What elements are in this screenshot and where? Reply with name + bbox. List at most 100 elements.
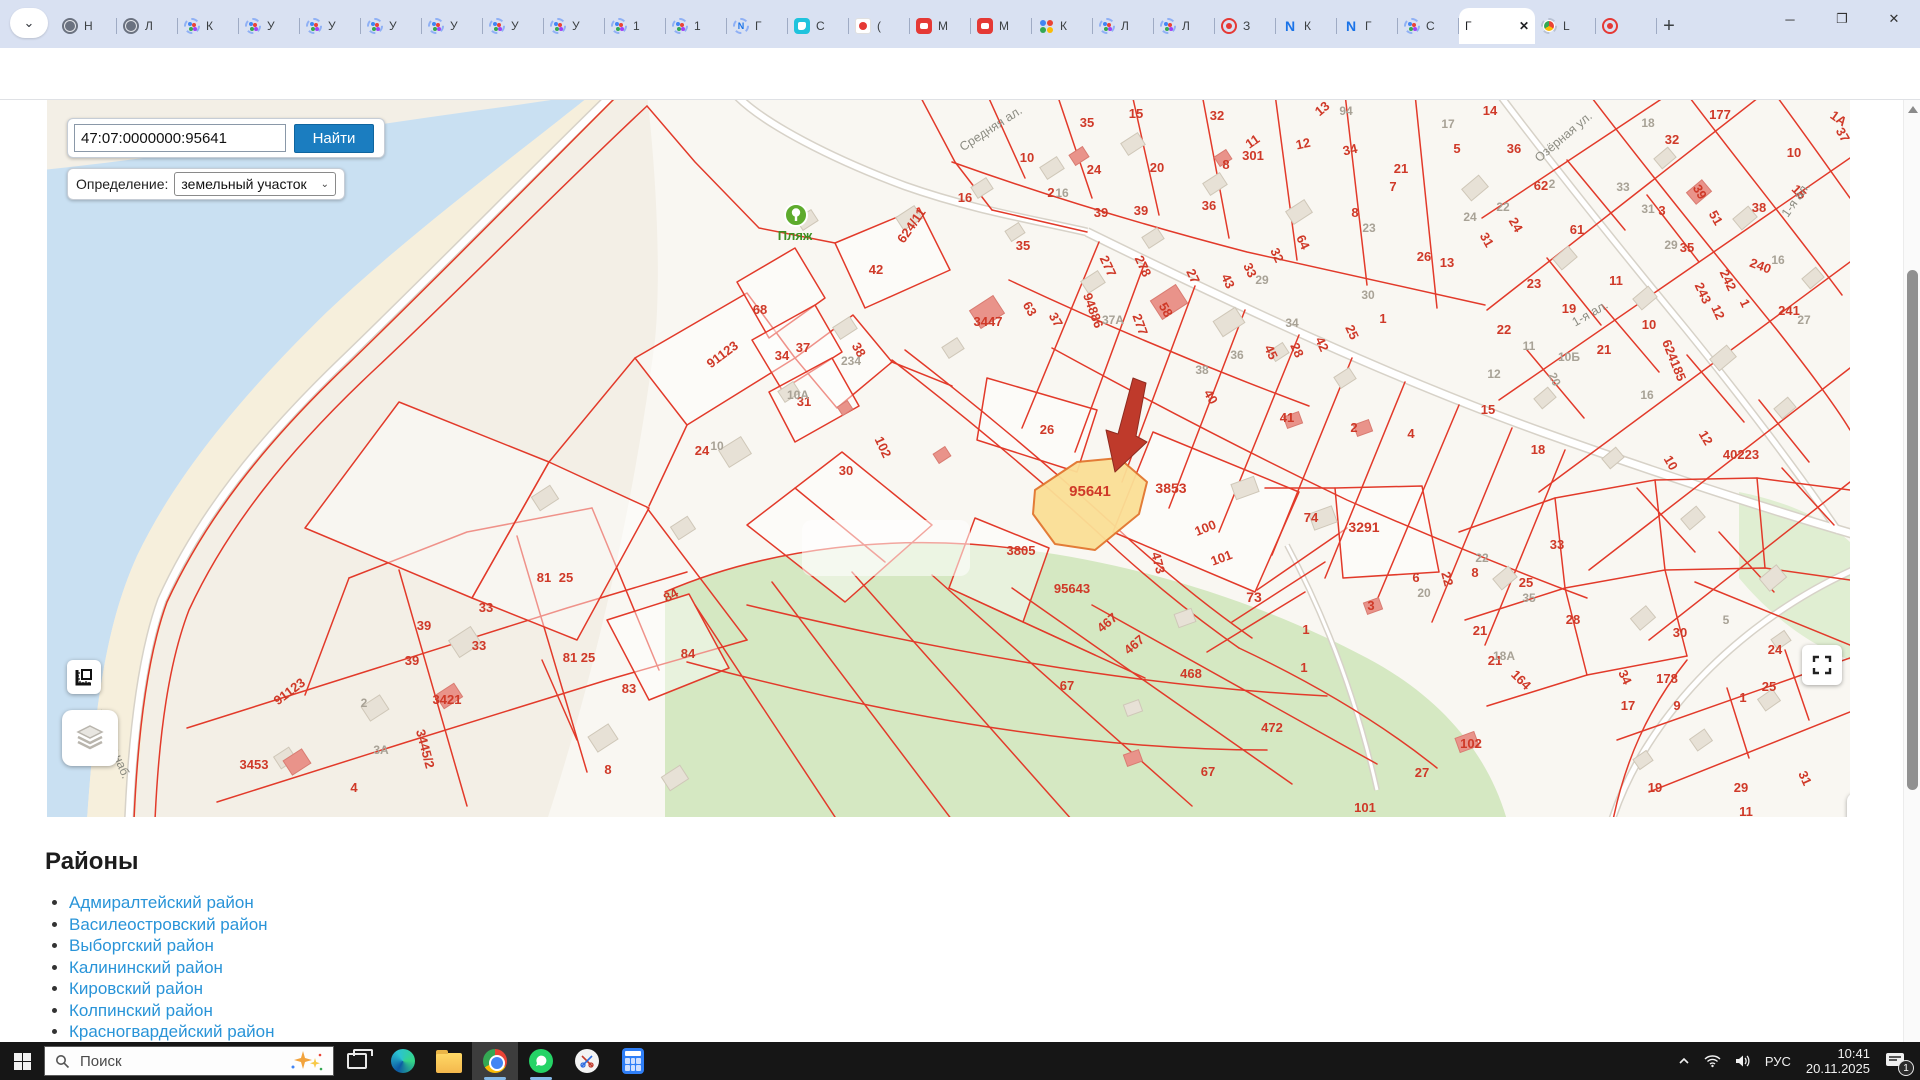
cadastral-number-input[interactable] [74,124,286,152]
district-link[interactable]: Кировский район [69,979,203,998]
svg-text:25: 25 [581,650,595,665]
zoom-in-button[interactable]: + [1847,793,1850,817]
language-indicator[interactable]: РУС [1758,1042,1798,1080]
svg-text:81: 81 [563,650,577,665]
browser-tab[interactable]: М [910,9,971,43]
browser-tab[interactable]: Л [1154,9,1215,43]
browser-tab[interactable]: У [300,9,361,43]
clock[interactable]: 10:41 20.11.2025 [1798,1046,1878,1076]
svg-text:24: 24 [1768,642,1783,657]
whitered-favicon-icon [855,18,871,34]
measure-ruler-button[interactable] [67,660,101,694]
browser-tab[interactable]: Г [727,9,788,43]
svg-text:21: 21 [1394,161,1408,176]
browser-tab[interactable]: С [1398,9,1459,43]
redcircle-favicon-icon [1221,18,1237,34]
svg-text:8: 8 [1471,565,1478,580]
browser-tab[interactable]: У [483,9,544,43]
svg-text:8: 8 [604,762,611,777]
svg-text:42: 42 [869,262,883,277]
browser-tab[interactable]: З [1215,9,1276,43]
svg-text:81: 81 [537,570,551,585]
cluster-favicon-icon [1099,18,1115,34]
windows-logo-icon [14,1053,31,1070]
browser-tab[interactable]: Н [56,9,117,43]
file-explorer-app[interactable] [426,1042,472,1080]
minimize-button[interactable]: ─ [1764,0,1816,38]
svg-text:8: 8 [1222,157,1229,172]
close-button[interactable]: ✕ [1868,0,1920,38]
cadastral-map[interactable]: 1535321310242011830112342172163939363582… [47,100,1850,817]
scissors-icon [575,1049,599,1073]
browser-tab[interactable]: L [1535,9,1596,43]
new-tab-button[interactable]: + [1655,12,1683,40]
district-link[interactable]: Красногвардейский район [69,1022,275,1041]
browser-tab[interactable]: К [1276,9,1337,43]
active-tab[interactable]: Г✕ [1459,8,1535,44]
svg-text:20: 20 [1150,160,1164,175]
browser-tab[interactable]: 1 [605,9,666,43]
whatsapp-app[interactable] [518,1042,564,1080]
svg-text:101: 101 [1354,800,1376,815]
browser-tab[interactable]: К [178,9,239,43]
districts-heading: Районы [45,848,845,876]
map-canvas[interactable]: 1535321310242011830112342172163939363582… [47,100,1850,817]
browser-tab[interactable]: ( [849,9,910,43]
globe-favicon-icon [62,18,78,34]
district-link[interactable]: Колпинский район [69,1001,213,1020]
browser-tab[interactable]: С [788,9,849,43]
tab-close-icon[interactable]: ✕ [1519,19,1529,33]
browser-tab[interactable]: У [361,9,422,43]
browser-tab[interactable]: К [1032,9,1093,43]
svg-text:2: 2 [1047,185,1054,200]
svg-text:472: 472 [1261,720,1283,735]
browser-tab[interactable]: У [544,9,605,43]
layers-button[interactable] [62,710,118,766]
scrollbar-thumb[interactable] [1907,270,1918,790]
browser-tab[interactable]: У [422,9,483,43]
start-button[interactable] [0,1042,44,1080]
scroll-up-arrow[interactable] [1908,106,1918,113]
fullscreen-button[interactable] [1802,645,1842,685]
browser-tab[interactable]: М [971,9,1032,43]
svg-text:39: 39 [417,618,431,633]
browser-tab[interactable] [1596,9,1657,43]
districts-list: Адмиралтейский район Василеостровский рай… [69,892,845,1042]
volume-icon[interactable] [1728,1042,1758,1080]
calculator-app[interactable] [610,1042,656,1080]
cluster-favicon-icon [672,18,688,34]
chrome-icon [483,1049,507,1073]
wifi-icon[interactable] [1697,1042,1728,1080]
svg-text:Пляж: Пляж [778,228,813,243]
district-link[interactable]: Калининский район [69,958,223,977]
tab-list-chevron-icon[interactable]: ⌄ [10,8,48,38]
svg-text:25: 25 [559,570,573,585]
teal-favicon-icon [794,18,810,34]
svg-text:22: 22 [1496,200,1510,214]
browser-tab[interactable]: Л [1093,9,1154,43]
edge-app[interactable] [380,1042,426,1080]
browser-tab[interactable]: Г [1337,9,1398,43]
task-view-button[interactable] [334,1042,380,1080]
notification-center[interactable]: 1 [1878,1042,1920,1080]
browser-tab[interactable]: Л [117,9,178,43]
find-button[interactable]: Найти [294,124,374,153]
svg-text:35: 35 [1016,238,1030,253]
tray-chevron-icon[interactable] [1671,1042,1697,1080]
district-link[interactable]: Василеостровский район [69,915,268,934]
svg-text:27: 27 [1415,765,1429,780]
page-scrollbar[interactable] [1903,100,1920,1042]
chrome-app[interactable] [472,1042,518,1080]
district-link[interactable]: Выборгский район [69,936,214,955]
definition-select[interactable]: земельный участок ⌄ [174,172,336,196]
taskbar-search[interactable]: Поиск [44,1046,334,1076]
browser-tab[interactable]: У [239,9,300,43]
snipping-tool-app[interactable] [564,1042,610,1080]
svg-text:94: 94 [1339,104,1353,118]
maximize-button[interactable]: ❐ [1816,0,1868,38]
svg-text:27: 27 [1797,313,1811,327]
svg-text:2: 2 [1549,177,1556,191]
map-watermark-box [802,520,970,576]
browser-tab[interactable]: 1 [666,9,727,43]
district-link[interactable]: Адмиралтейский район [69,893,254,912]
